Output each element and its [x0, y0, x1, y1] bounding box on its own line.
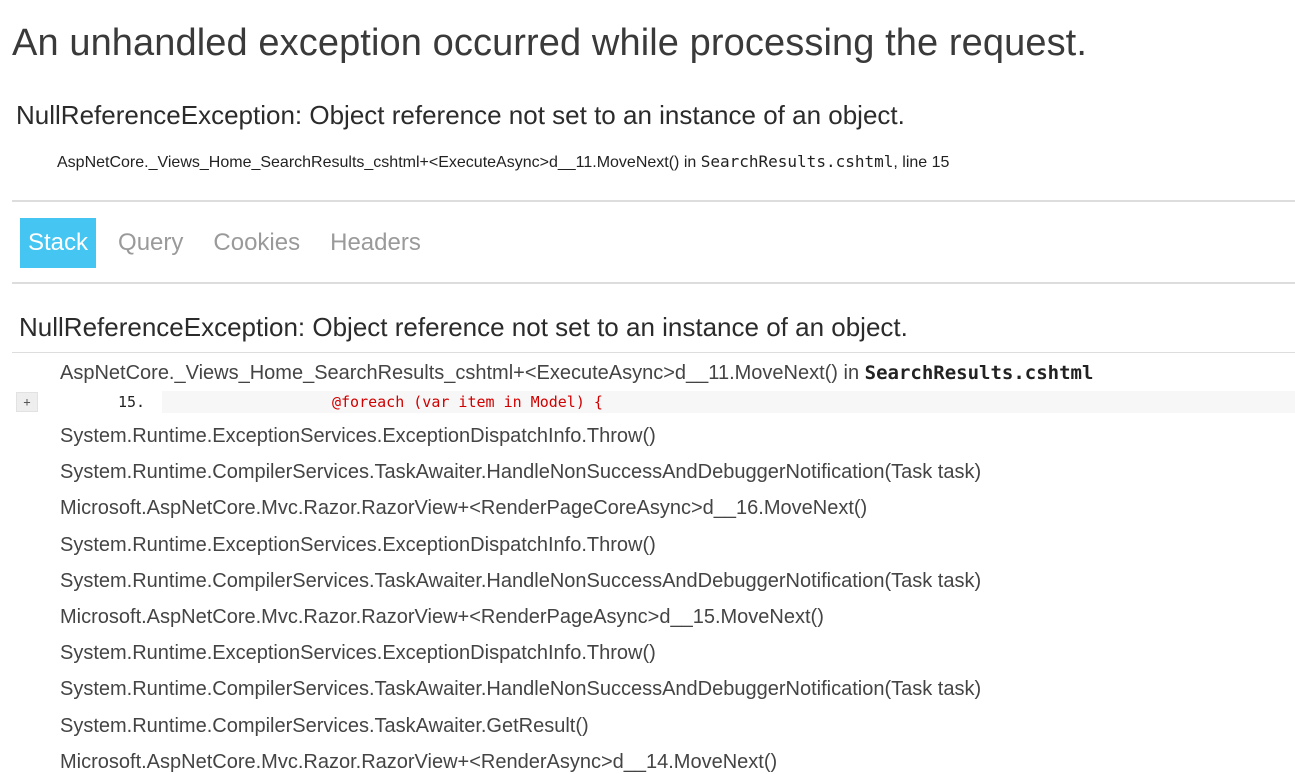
error-location-line: , line 15: [893, 154, 950, 171]
stack-heading: NullReferenceException: Object reference…: [19, 312, 908, 342]
tab-cookies[interactable]: Cookies: [205, 218, 308, 268]
page-title: An unhandled exception occurred while pr…: [12, 22, 1087, 64]
tab-query[interactable]: Query: [110, 218, 191, 268]
stack-frame: Microsoft.AspNetCore.Mvc.Razor.RazorView…: [60, 750, 778, 773]
error-location-method: AspNetCore._Views_Home_SearchResults_csh…: [57, 154, 701, 171]
error-location: AspNetCore._Views_Home_SearchResults_csh…: [57, 152, 949, 172]
stack-frame: System.Runtime.CompilerServices.TaskAwai…: [60, 461, 982, 484]
divider: [12, 352, 1295, 353]
source-code-line: @foreach (var item in Model) {: [162, 391, 1295, 413]
tab-bar: Stack Query Cookies Headers: [20, 218, 443, 268]
stack-frame-list: System.Runtime.ExceptionServices.Excepti…: [60, 418, 981, 774]
stack-frame-file: SearchResults.cshtml: [864, 362, 1094, 384]
stack-frame: System.Runtime.CompilerServices.TaskAwai…: [60, 714, 589, 737]
tab-stack[interactable]: Stack: [20, 218, 97, 268]
stack-frame: System.Runtime.ExceptionServices.Excepti…: [60, 533, 656, 556]
stack-frame: Microsoft.AspNetCore.Mvc.Razor.RazorView…: [60, 605, 824, 628]
stack-frame-source: AspNetCore._Views_Home_SearchResults_csh…: [60, 362, 1093, 385]
stack-frame: System.Runtime.ExceptionServices.Excepti…: [60, 425, 656, 447]
expand-source-button[interactable]: +: [16, 392, 38, 412]
tab-headers[interactable]: Headers: [322, 218, 429, 268]
stack-frame-method: AspNetCore._Views_Home_SearchResults_csh…: [60, 362, 865, 384]
stack-frame: System.Runtime.CompilerServices.TaskAwai…: [60, 678, 982, 701]
error-location-file: SearchResults.cshtml: [700, 152, 894, 171]
error-heading: NullReferenceException: Object reference…: [16, 100, 905, 130]
stack-frame: System.Runtime.CompilerServices.TaskAwai…: [60, 569, 982, 592]
source-line-number: 15.: [118, 393, 146, 411]
stack-frame: System.Runtime.ExceptionServices.Excepti…: [60, 642, 656, 665]
source-code-row: + 15. @foreach (var item in Model) {: [14, 391, 1295, 413]
divider: [12, 282, 1295, 284]
divider: [12, 200, 1295, 202]
stack-frame: Microsoft.AspNetCore.Mvc.Razor.RazorView…: [60, 497, 868, 520]
